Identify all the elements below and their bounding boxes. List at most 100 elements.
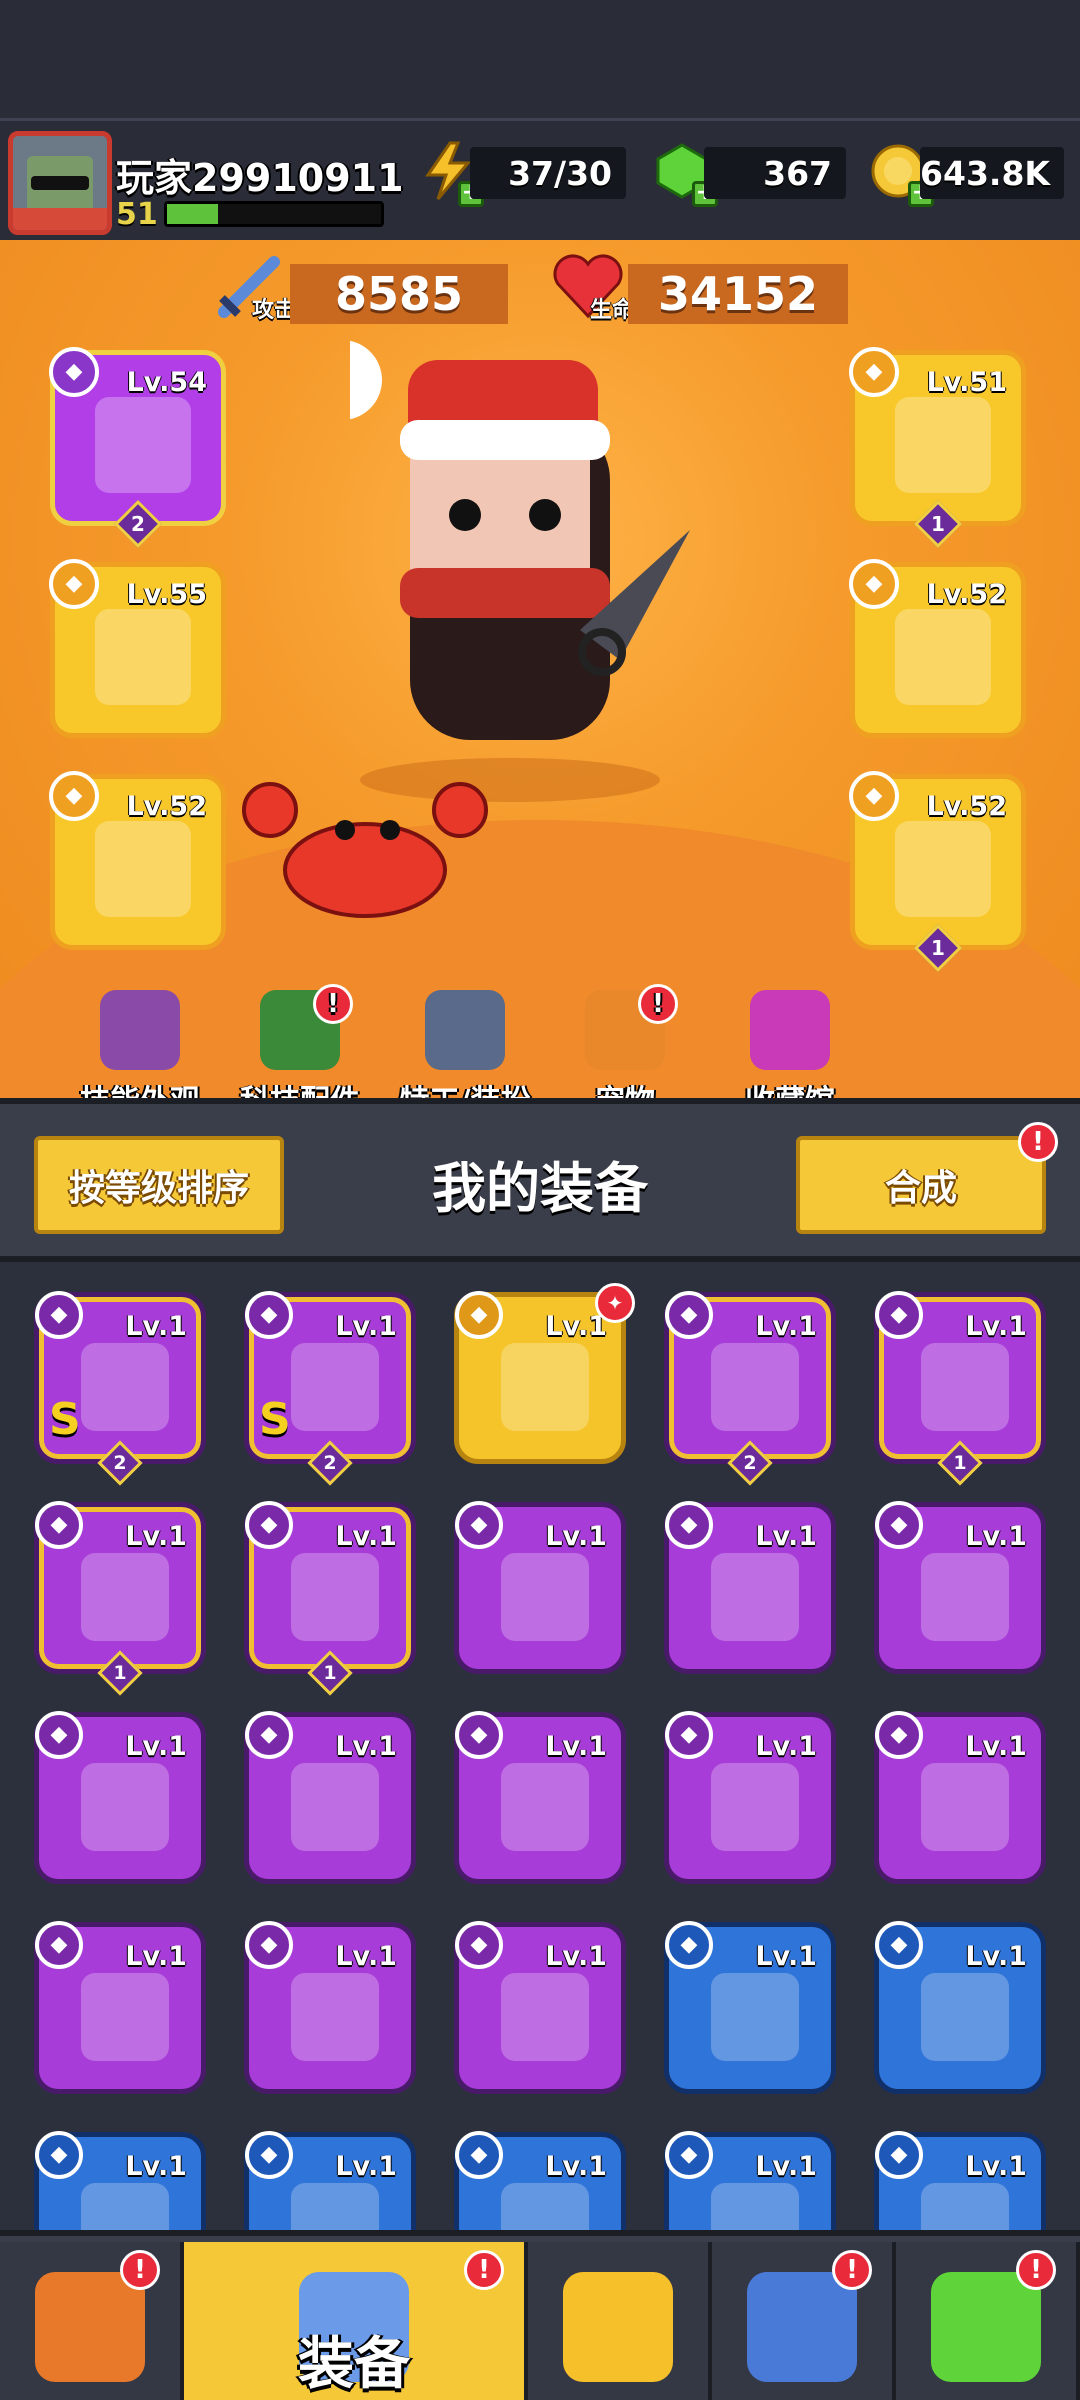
- item-level: Lv.1: [965, 1521, 1027, 1552]
- inventory-item[interactable]: ◆ Lv.1: [664, 1711, 836, 1884]
- nav-tab-battle-star[interactable]: [528, 2242, 712, 2400]
- armor-icon: [711, 2183, 799, 2230]
- category-icon: ◆: [875, 2131, 923, 2179]
- star-rank: 1: [97, 1650, 143, 1696]
- inventory-item[interactable]: ◆ Lv.1: [454, 1921, 626, 2094]
- revolver-icon: [501, 1553, 589, 1641]
- inventory-item[interactable]: ◆ Lv.1: [244, 2131, 416, 2230]
- item-level: Lv.1: [965, 1311, 1027, 1342]
- menu-pet[interactable]: 宠物!: [550, 984, 700, 1098]
- weapon-category-icon: ◆: [49, 347, 99, 397]
- nav-tab-shop[interactable]: !: [0, 2242, 184, 2400]
- inventory-item[interactable]: ◆ Lv.1: [34, 1921, 206, 2094]
- equipped-boots-slot[interactable]: ◆ Lv.52 1: [849, 771, 1026, 973]
- belt-icon: [895, 609, 991, 705]
- equipped-weapon-slot[interactable]: ◆ Lv.54 2: [49, 347, 226, 549]
- coin-value: 643.8K: [920, 147, 1064, 199]
- equipped-necklace-slot[interactable]: ◆ Lv.55: [49, 559, 226, 738]
- category-icon: ◆: [35, 1711, 83, 1759]
- category-icon: ◆: [245, 1711, 293, 1759]
- item-level: Lv.1: [545, 1311, 607, 1342]
- inventory-item[interactable]: ◆ Lv.1: [874, 1711, 1046, 1884]
- inventory-toolbar: 按等级排序 我的装备 合成 !: [0, 1098, 1080, 1256]
- nav-tab-dna[interactable]: !: [896, 2242, 1080, 2400]
- nav-tab-planet[interactable]: !: [712, 2242, 896, 2400]
- armor-category-icon: ◆: [849, 347, 899, 397]
- inventory-item[interactable]: ◆ Lv.1 1: [874, 1291, 1046, 1486]
- star-rank-value: 2: [113, 1452, 127, 1474]
- item-level: Lv.1: [125, 1521, 187, 1552]
- star-rank-value: 1: [323, 1662, 337, 1684]
- inventory-item[interactable]: ◆ Lv.1 ✦: [454, 1283, 635, 1464]
- merge-button[interactable]: 合成: [796, 1136, 1046, 1234]
- equipped-glove-slot[interactable]: ◆ Lv.52: [49, 771, 226, 950]
- slot-level: Lv.55: [126, 579, 207, 610]
- necklace-category-icon: ◆: [49, 559, 99, 609]
- inventory-item[interactable]: ◆ Lv.1: [34, 1711, 206, 1884]
- inventory-item[interactable]: ◆ Lv.1: [454, 1711, 626, 1884]
- coin-icon[interactable]: +: [868, 141, 934, 207]
- energy-icon[interactable]: +: [418, 141, 484, 207]
- battle-star-icon: [563, 2272, 673, 2382]
- inventory-item[interactable]: ◆ Lv.1: [664, 1501, 836, 1674]
- game-screen: 玩家29910911 51 + 37/30 + 367 + 643.8K 攻击 …: [0, 0, 1080, 2400]
- item-level: Lv.1: [965, 1731, 1027, 1762]
- agent-outfit-icon: [425, 990, 505, 1070]
- inventory-item[interactable]: ◆ Lv.1: [454, 1501, 626, 1674]
- menu-tech-parts[interactable]: 科技配件!: [225, 984, 375, 1098]
- alert-badge: !: [464, 2250, 504, 2290]
- inventory-grid: ◆ Lv.1 S 2 ◆ Lv.1 S 2 ◆ Lv.1 ✦ ◆ Lv.1 2 ◆ Lv.1 1 ◆ Lv.1 1 ◆ L…: [0, 1256, 1080, 2230]
- kunai-icon: [711, 1973, 799, 2061]
- inventory-item[interactable]: ◆ Lv.1: [34, 2131, 206, 2230]
- star-rank-value: 1: [953, 1452, 967, 1474]
- star-rank-value: 2: [131, 512, 145, 536]
- armor-icon: [895, 397, 991, 493]
- inventory-item[interactable]: ◆ Lv.1: [664, 2131, 836, 2230]
- menu-agent-outfit[interactable]: 特工/装扮: [390, 990, 540, 1098]
- star-rank-value: 2: [743, 1452, 757, 1474]
- category-icon: ◆: [665, 1291, 713, 1339]
- dna-icon: [931, 2272, 1041, 2382]
- equipped-belt-slot[interactable]: ◆ Lv.52: [849, 559, 1026, 738]
- inventory-item[interactable]: ◆ Lv.1 1: [34, 1501, 206, 1696]
- category-icon: ◆: [875, 1501, 923, 1549]
- skill-skin-icon: [100, 990, 180, 1070]
- nav-tab-equipment[interactable]: 装备!: [184, 2242, 528, 2400]
- hero-character[interactable]: [302, 300, 710, 820]
- inventory-item[interactable]: ◆ Lv.1: [454, 2131, 626, 2230]
- inventory-item[interactable]: ◆ Lv.1 S 2: [34, 1291, 206, 1486]
- bottom-nav: ! 装备!!!: [0, 2230, 1080, 2400]
- category-icon: ◆: [875, 1711, 923, 1759]
- crab-pet[interactable]: [240, 780, 490, 930]
- gem-value: 367: [704, 147, 846, 199]
- belt-category-icon: ◆: [849, 559, 899, 609]
- player-avatar[interactable]: [8, 131, 112, 235]
- inventory-item[interactable]: ◆ Lv.1: [664, 1921, 836, 2094]
- inventory-item[interactable]: ◆ Lv.1 1: [244, 1501, 416, 1696]
- collection-icon: [750, 990, 830, 1070]
- menu-skill-skin[interactable]: 技能外观: [65, 990, 215, 1098]
- item-level: Lv.1: [755, 1731, 817, 1762]
- inventory-item[interactable]: ◆ Lv.1: [244, 1921, 416, 2094]
- inventory-item[interactable]: ◆ Lv.1: [874, 1501, 1046, 1674]
- gem-icon[interactable]: +: [652, 141, 718, 207]
- menu-label: 收藏馆: [715, 1076, 865, 1098]
- equipped-armor-slot[interactable]: ◆ Lv.51 1: [849, 347, 1026, 549]
- inventory-item[interactable]: ◆ Lv.1 S 2: [244, 1291, 416, 1486]
- item-level: Lv.1: [545, 1521, 607, 1552]
- inventory-item[interactable]: ◆ Lv.1 2: [664, 1291, 836, 1486]
- category-icon: ◆: [245, 1291, 293, 1339]
- menu-collection[interactable]: 收藏馆: [715, 990, 865, 1098]
- inventory-item[interactable]: ◆ Lv.1: [244, 1711, 416, 1884]
- slot-level: Lv.52: [926, 579, 1007, 610]
- belt-icon: [291, 1763, 379, 1851]
- category-icon: ◆: [455, 1291, 503, 1339]
- slot-level: Lv.54: [126, 367, 207, 398]
- category-icon: ◆: [35, 1291, 83, 1339]
- star-rank: 2: [97, 1440, 143, 1486]
- item-level: Lv.1: [125, 1731, 187, 1762]
- inventory-item[interactable]: ◆ Lv.1: [874, 2131, 1046, 2230]
- menu-label: 技能外观: [65, 1076, 215, 1098]
- armor-icon: [921, 2183, 1009, 2230]
- inventory-item[interactable]: ◆ Lv.1: [874, 1921, 1046, 2094]
